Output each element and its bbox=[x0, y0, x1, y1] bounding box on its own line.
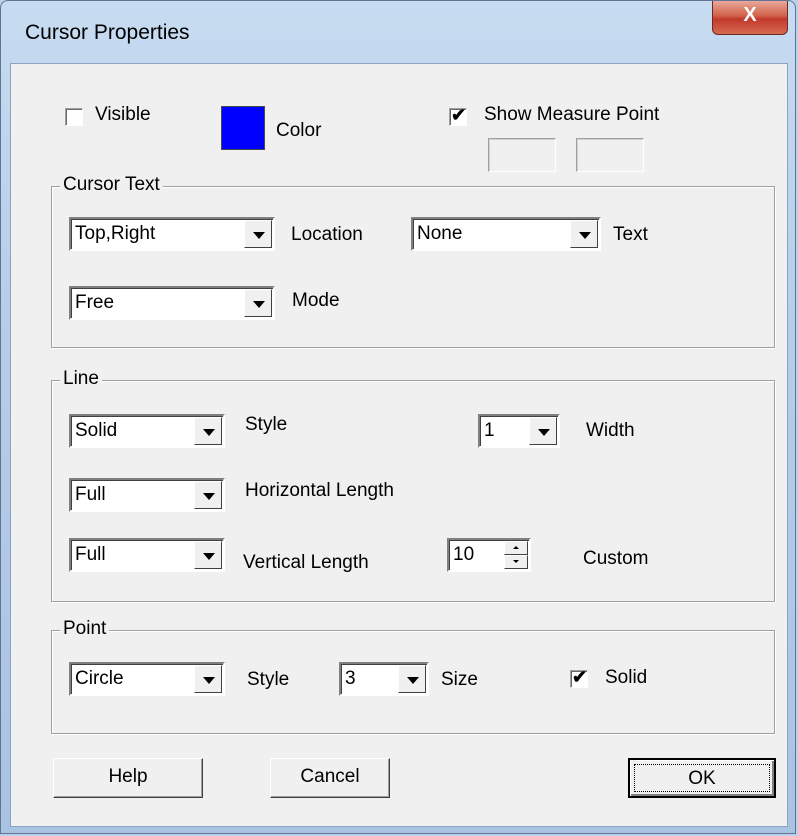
visible-checkbox[interactable] bbox=[65, 108, 83, 126]
spinner-buttons bbox=[504, 541, 528, 569]
spin-down-icon[interactable] bbox=[504, 555, 528, 569]
dialog-body: Visible Color ✔ Show Measure Point Curso… bbox=[10, 63, 788, 827]
line-width-label: Width bbox=[586, 420, 635, 441]
point-size-value: 3 bbox=[345, 668, 356, 689]
line-style-value: Solid bbox=[75, 420, 118, 441]
horizontal-length-dropdown[interactable]: Full bbox=[69, 478, 225, 512]
custom-length-value: 10 bbox=[453, 544, 475, 565]
cursor-text-value: None bbox=[417, 223, 463, 244]
checkmark-icon: ✔ bbox=[572, 667, 588, 687]
point-style-value: Circle bbox=[75, 668, 124, 689]
chevron-down-icon[interactable] bbox=[570, 220, 598, 248]
cursor-text-dropdown[interactable]: None bbox=[411, 217, 601, 251]
horizontal-length-label: Horizontal Length bbox=[245, 480, 394, 501]
cursor-location-value: Top,Right bbox=[75, 223, 156, 244]
chevron-down-icon[interactable] bbox=[244, 289, 272, 317]
cursor-text-group: Cursor Text bbox=[51, 174, 775, 348]
point-solid-label: Solid bbox=[605, 667, 648, 688]
cursor-mode-value: Free bbox=[75, 292, 115, 313]
line-legend: Line bbox=[60, 368, 102, 390]
chevron-down-icon[interactable] bbox=[398, 665, 426, 693]
window-title: Cursor Properties bbox=[25, 21, 190, 44]
cursor-text-legend: Cursor Text bbox=[60, 174, 163, 196]
cursor-location-dropdown[interactable]: Top,Right bbox=[69, 217, 275, 251]
show-measure-point-checkbox[interactable]: ✔ bbox=[449, 105, 467, 126]
show-measure-point-label: Show Measure Point bbox=[484, 104, 660, 125]
ok-button-label: OK bbox=[634, 764, 770, 792]
vertical-length-dropdown[interactable]: Full bbox=[69, 538, 225, 572]
color-label: Color bbox=[276, 120, 322, 141]
visible-label: Visible bbox=[95, 104, 151, 125]
mode-label: Mode bbox=[292, 290, 340, 311]
close-icon: X bbox=[743, 4, 757, 26]
point-size-label: Size bbox=[441, 669, 478, 690]
chevron-down-icon[interactable] bbox=[529, 417, 557, 445]
line-style-label: Style bbox=[245, 414, 288, 435]
custom-length-spinner[interactable]: 10 bbox=[447, 538, 531, 572]
chevron-down-icon[interactable] bbox=[194, 541, 222, 569]
vertical-length-label: Vertical Length bbox=[243, 552, 369, 573]
custom-label: Custom bbox=[583, 548, 649, 569]
point-legend: Point bbox=[60, 618, 110, 640]
close-button[interactable]: X bbox=[712, 1, 788, 35]
title-bar[interactable]: Cursor Properties X bbox=[1, 1, 797, 63]
cancel-button[interactable]: Cancel bbox=[270, 758, 390, 798]
cursor-mode-dropdown[interactable]: Free bbox=[69, 286, 275, 320]
ok-button[interactable]: OK bbox=[628, 758, 776, 798]
chevron-down-icon[interactable] bbox=[244, 220, 272, 248]
point-solid-checkbox[interactable]: ✔ bbox=[570, 667, 588, 688]
chevron-down-icon[interactable] bbox=[194, 665, 222, 693]
point-size-dropdown[interactable]: 3 bbox=[339, 662, 429, 696]
chevron-down-icon[interactable] bbox=[194, 417, 222, 445]
vertical-length-value: Full bbox=[75, 544, 106, 565]
point-style-label: Style bbox=[247, 669, 290, 690]
horizontal-length-value: Full bbox=[75, 484, 106, 505]
spin-up-icon[interactable] bbox=[504, 541, 528, 555]
measure-point-y-box bbox=[576, 138, 644, 172]
text-label: Text bbox=[613, 224, 648, 245]
chevron-down-icon[interactable] bbox=[194, 481, 222, 509]
dialog-window: Cursor Properties X Visible Color ✔ Show… bbox=[0, 0, 796, 834]
color-swatch-button[interactable] bbox=[221, 106, 265, 150]
help-button[interactable]: Help bbox=[53, 758, 203, 798]
line-width-value: 1 bbox=[484, 420, 495, 441]
line-style-dropdown[interactable]: Solid bbox=[69, 414, 225, 448]
point-style-dropdown[interactable]: Circle bbox=[69, 662, 225, 696]
checkmark-icon: ✔ bbox=[451, 105, 467, 125]
line-width-dropdown[interactable]: 1 bbox=[478, 414, 560, 448]
location-label: Location bbox=[291, 224, 363, 245]
measure-point-x-box bbox=[488, 138, 556, 172]
